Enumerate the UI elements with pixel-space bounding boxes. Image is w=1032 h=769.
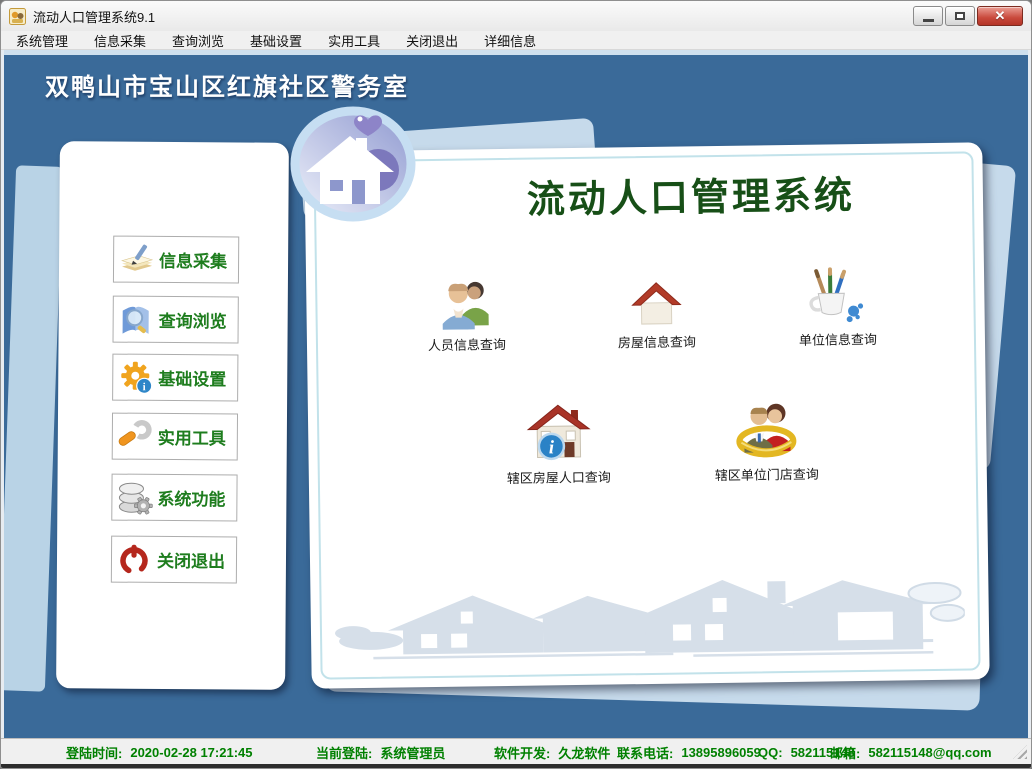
shortcut-person-info-query[interactable]: 人员信息查询: [391, 264, 542, 354]
window-title: 流动人口管理系统9.1: [33, 7, 155, 26]
minimize-icon: [923, 19, 934, 22]
sidebar-button-close-exit[interactable]: 关闭退出: [111, 536, 237, 584]
menu-system-management[interactable]: 系统管理: [7, 31, 77, 50]
status-current-user: 当前登陆: 系统管理员: [316, 739, 445, 765]
resize-grip[interactable]: [1013, 745, 1027, 759]
status-value: 2020-02-28 17:21:45: [130, 745, 252, 760]
status-value: 582115148@qq.com: [868, 745, 991, 760]
menu-query-browse[interactable]: 查询浏览: [163, 31, 233, 50]
menu-basic-settings[interactable]: 基础设置: [241, 31, 311, 50]
gear-info-icon: i: [118, 360, 154, 394]
menu-info-collection[interactable]: 信息采集: [85, 31, 155, 50]
sidebar-button-utilities[interactable]: 实用工具: [112, 413, 238, 461]
main-panel: 流动人口管理系统 人员信息查询: [304, 142, 989, 688]
sidebar-button-label: 信息采集: [159, 247, 227, 272]
houses-watermark: [332, 571, 965, 666]
status-email: 邮箱: 582115148@qq.com: [830, 739, 992, 765]
sidebar-button-label: 系统功能: [157, 485, 225, 510]
status-label: 登陆时间:: [66, 743, 122, 762]
shortcut-house-info-query[interactable]: 房屋信息查询: [581, 262, 732, 352]
svg-text:i: i: [143, 381, 146, 393]
status-login-time: 登陆时间: 2020-02-28 17:21:45: [66, 739, 253, 765]
close-button[interactable]: ✕: [977, 6, 1023, 26]
shortcut-label: 辖区单位门店查询: [715, 464, 819, 484]
status-bar: 登陆时间: 2020-02-28 17:21:45 当前登陆: 系统管理员 软件…: [1, 738, 1031, 764]
title-bar: 流动人口管理系统9.1 ✕: [1, 1, 1031, 31]
shortcut-district-house-population-query[interactable]: i 辖区房屋人口查询: [483, 397, 634, 487]
shortcut-label: 人员信息查询: [428, 334, 506, 354]
search-book-icon: [119, 302, 155, 336]
window-frame-left: [1, 50, 4, 764]
status-label: 联系电话:: [617, 743, 673, 762]
sidebar-button-label: 关闭退出: [157, 547, 225, 572]
status-developer: 软件开发: 久龙软件: [494, 739, 610, 765]
shortcut-district-unit-store-query[interactable]: 辖区单位门店查询: [691, 394, 842, 484]
sidebar-button-label: 查询浏览: [159, 307, 227, 332]
house-info-icon: i: [524, 402, 593, 463]
status-label: 邮箱:: [830, 743, 860, 762]
power-icon: [117, 542, 153, 576]
brush-cup-icon: [807, 266, 868, 325]
window-bottom-edge: [1, 764, 1031, 769]
status-label: 软件开发:: [494, 743, 550, 762]
status-label: 当前登陆:: [316, 743, 372, 762]
app-window: 流动人口管理系统9.1 ✕ 系统管理 信息采集 查询浏览 基础设置 实用工具 关…: [0, 0, 1032, 769]
shortcut-label: 辖区房屋人口查询: [507, 467, 611, 487]
notes-pen-icon: [119, 242, 155, 276]
shortcut-unit-info-query[interactable]: 单位信息查询: [762, 259, 913, 349]
status-phone: 联系电话: 13895896059: [617, 739, 761, 765]
menu-details[interactable]: 详细信息: [475, 31, 545, 50]
maximize-icon: [955, 12, 965, 20]
people-icon: [437, 277, 496, 330]
house-icon: [631, 281, 682, 328]
status-value: 系统管理员: [380, 743, 445, 762]
status-label: QQ:: [758, 745, 783, 760]
minimize-button[interactable]: [913, 6, 943, 26]
menu-bar: 系统管理 信息采集 查询浏览 基础设置 实用工具 关闭退出 详细信息: [1, 31, 1031, 50]
sidebar-button-system-functions[interactable]: 系统功能: [111, 474, 237, 522]
sidebar-button-label: 基础设置: [158, 365, 226, 390]
sidebar-panel: 信息采集 查询浏览: [56, 141, 289, 690]
house-heart-logo: [290, 106, 418, 222]
menu-utilities[interactable]: 实用工具: [319, 31, 389, 50]
window-controls: ✕: [911, 6, 1023, 26]
status-value: 久龙软件: [558, 743, 610, 762]
window-frame-right: [1028, 50, 1031, 764]
database-gear-icon: [117, 480, 153, 514]
station-header: 双鸭山市宝山区红旗社区警务室: [45, 67, 409, 102]
wrench-icon: [118, 419, 154, 453]
app-icon: [9, 8, 26, 25]
status-value: 13895896059: [681, 745, 761, 760]
maximize-button[interactable]: [945, 6, 975, 26]
sidebar-button-label: 实用工具: [158, 424, 226, 449]
sidebar-button-info-collection[interactable]: 信息采集: [113, 236, 239, 284]
sidebar-button-basic-settings[interactable]: i 基础设置: [112, 354, 238, 402]
menu-close-exit[interactable]: 关闭退出: [397, 31, 467, 50]
sidebar-button-query-browse[interactable]: 查询浏览: [113, 296, 239, 344]
shortcut-label: 单位信息查询: [799, 329, 877, 349]
main-title: 流动人口管理系统: [527, 164, 856, 224]
content-top-strip: [1, 50, 1031, 55]
shortcut-label: 房屋信息查询: [618, 331, 696, 351]
people-badge-icon: [732, 399, 801, 460]
close-icon: ✕: [995, 8, 1006, 24]
